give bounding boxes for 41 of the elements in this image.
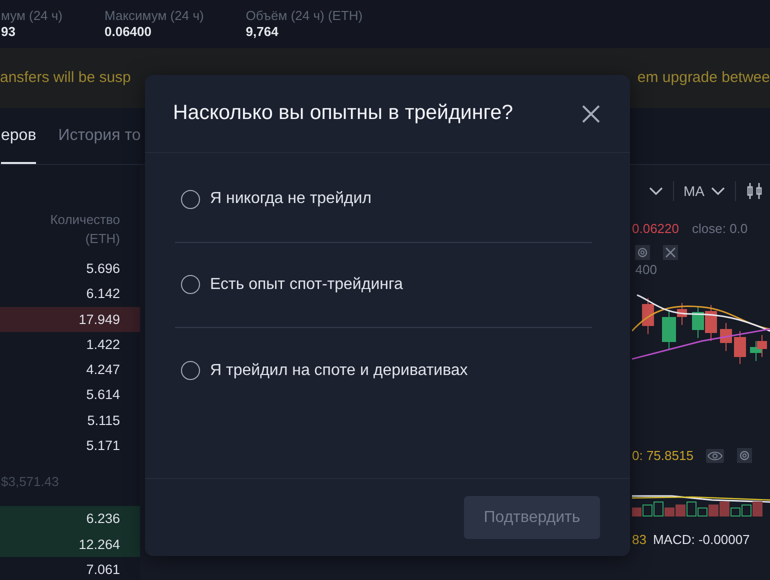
axis-label: 400: [634, 260, 658, 278]
stat-value: 0.06400: [104, 24, 152, 40]
order-amount: 5.696: [85, 260, 121, 278]
stat-value: 93: [1, 24, 16, 40]
indicator-dropdown[interactable]: MA: [684, 180, 725, 202]
ohlc-value: 0.06220: [632, 220, 679, 238]
order-amount: 5.115: [86, 412, 121, 430]
order-amount: 6.236: [0, 506, 140, 532]
stat-label: мум (24 ч): [1, 8, 62, 24]
close-icon[interactable]: [580, 102, 602, 124]
settings-icon[interactable]: [635, 244, 650, 260]
indicator-value: 0: 75.8515: [632, 447, 694, 465]
modal-title: Насколько вы опытны в трейдинге?: [173, 101, 514, 126]
order-amount: 1.422: [85, 336, 121, 354]
radio-option[interactable]: Есть опыт спот-трейдинга: [175, 242, 592, 328]
radio-option[interactable]: Я трейдил на споте и деривативах: [175, 328, 592, 414]
settings-icon[interactable]: [737, 448, 752, 464]
order-amount: 4.247: [85, 361, 121, 380]
banner-text: em upgrade betwee: [637, 68, 770, 88]
close-icon[interactable]: [663, 244, 678, 260]
tab[interactable]: История то: [58, 124, 141, 164]
order-amount: 5.171: [85, 437, 121, 456]
order-amount: 12.264: [0, 532, 140, 557]
caret-icon: [711, 187, 725, 195]
tab[interactable]: еров: [1, 124, 36, 164]
order-amount: 6.142: [85, 285, 121, 304]
ohlc-label: close: 0.0: [692, 220, 748, 238]
banner-text: ansfers will be susp: [0, 68, 131, 88]
candlestick-icon[interactable]: [746, 182, 764, 200]
stat-label: Максимум (24 ч): [104, 8, 204, 24]
stat-label: Объём (24 ч) (ETH): [246, 8, 363, 24]
order-amount: 17.949: [0, 306, 140, 332]
column-header: Количество (ETH): [50, 211, 120, 248]
eye-icon[interactable]: [706, 448, 724, 463]
order-amount: 7.061: [85, 560, 121, 579]
order-amount: 5.614: [85, 386, 121, 404]
caret-icon[interactable]: [648, 187, 662, 195]
stat-value: 9,764: [246, 24, 280, 40]
indicator-value: 83: [632, 530, 646, 548]
macd-label: MACD: -0.00007: [652, 530, 750, 548]
radio-option[interactable]: Я никогда не трейдил: [175, 157, 592, 242]
